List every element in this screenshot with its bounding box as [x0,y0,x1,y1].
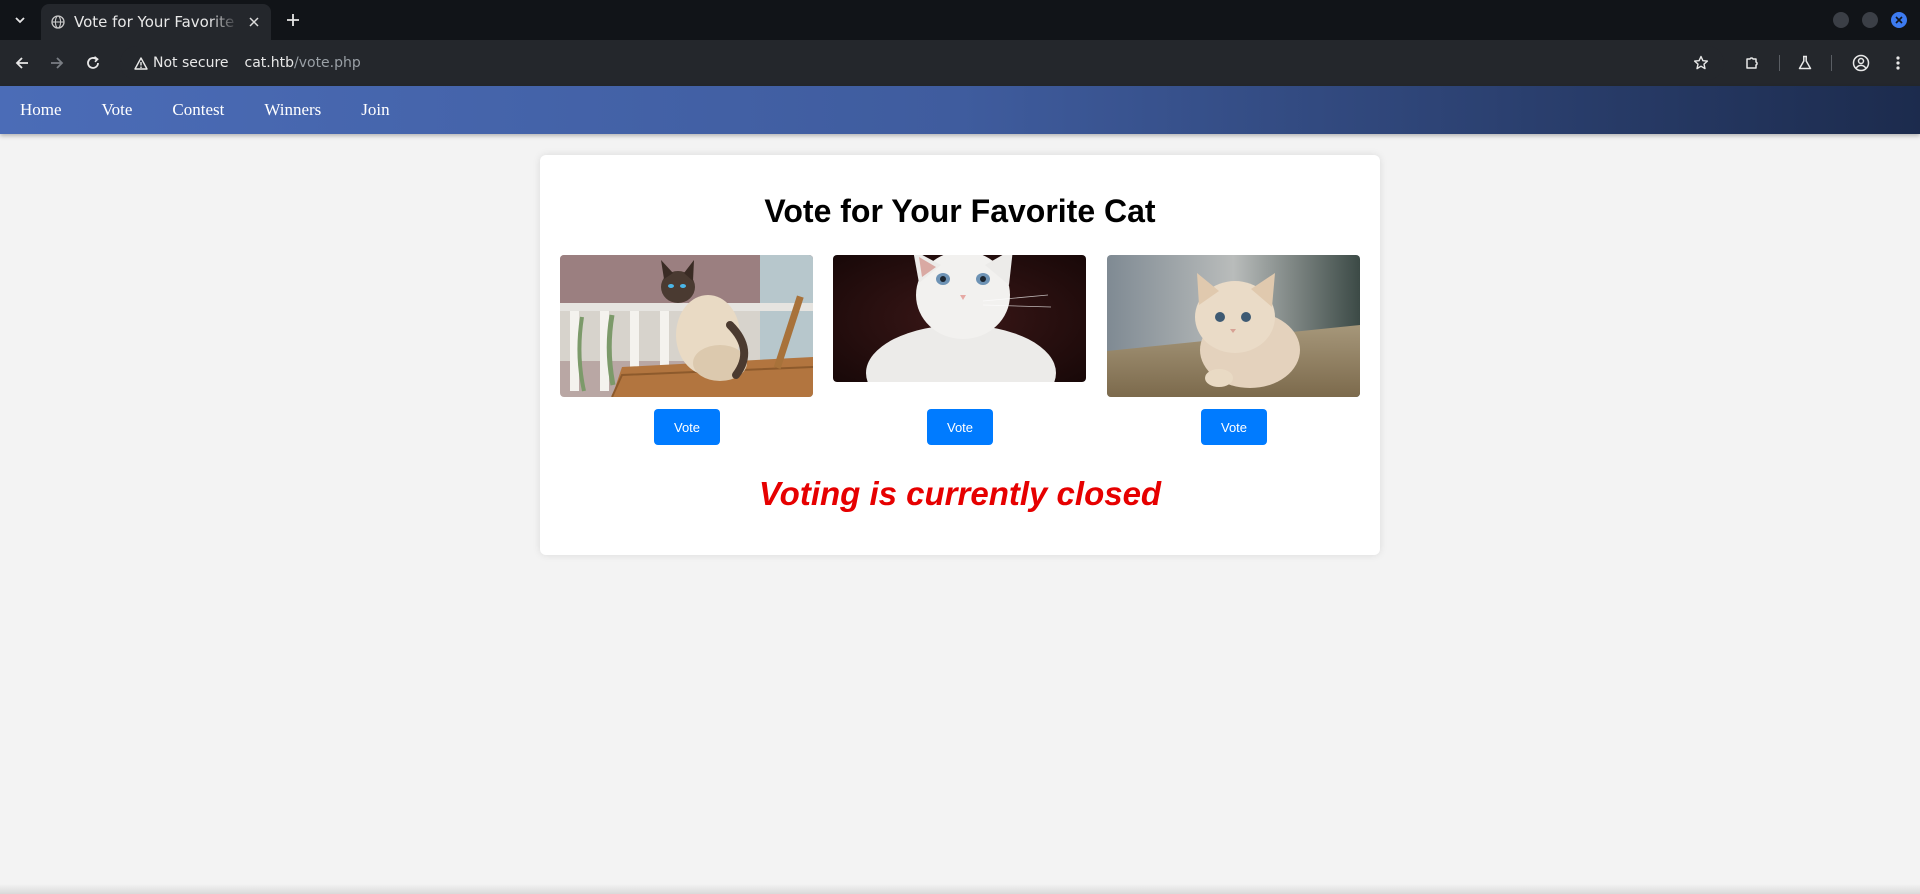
nav-link-join[interactable]: Join [361,100,389,120]
reload-icon [87,56,99,69]
nav-link-vote[interactable]: Vote [102,100,133,120]
url-text[interactable]: cat.htb/vote.php [245,55,361,71]
nav-link-home[interactable]: Home [20,100,62,120]
cat-entry: Vote [833,255,1086,445]
plus-icon [287,14,299,26]
url-path: /vote.php [294,55,361,71]
voting-closed-message: Voting is currently closed [758,475,1162,512]
toolbar-divider [1779,55,1780,71]
labs-button[interactable] [1793,51,1817,75]
forward-button[interactable] [45,51,69,75]
vote-card: Vote for Your Favorite Cat Vote Vote Vot… [540,155,1380,555]
arrow-left-icon [15,57,28,69]
star-icon [1693,55,1709,70]
arrow-right-icon [51,57,64,69]
cat-entry: Vote [560,255,813,445]
cat-photo-white-kitten [833,255,1086,382]
nav-link-winners[interactable]: Winners [264,100,321,120]
tab-search-button[interactable] [4,8,36,32]
vote-button[interactable]: Vote [1201,409,1267,445]
more-vertical-icon [1896,56,1900,70]
chevron-down-icon [15,17,25,24]
browser-tab-strip: Vote for Your Favorite Cat [0,0,1920,40]
warning-triangle-icon [134,56,148,70]
page-title: Vote for Your Favorite Cat [764,193,1156,229]
site-navbar: Home Vote Contest Winners Join [0,86,1920,134]
globe-icon [51,15,65,29]
active-tab[interactable]: Vote for Your Favorite Cat [41,4,271,40]
security-label: Not secure [153,55,229,71]
extensions-button[interactable] [1740,51,1764,75]
cat-photo-fluffy-kitten [1107,255,1360,397]
cat-photo-siamese [560,255,813,397]
url-host: cat.htb [244,55,294,71]
browser-toolbar: Not secure cat.htb/vote.php [0,40,1920,86]
profile-icon [1852,54,1870,72]
window-maximize-button[interactable] [1862,12,1878,28]
puzzle-icon [1746,57,1758,69]
nav-link-contest[interactable]: Contest [172,100,224,120]
bookmark-button[interactable] [1689,51,1713,75]
address-bar[interactable]: Not secure cat.htb/vote.php [120,46,1724,80]
tab-title: Vote for Your Favorite Cat [74,13,239,31]
vote-button[interactable]: Vote [927,409,993,445]
toolbar-divider [1831,55,1832,71]
new-tab-button[interactable] [281,8,305,32]
close-icon [1895,16,1903,24]
vote-button[interactable]: Vote [654,409,720,445]
profile-button[interactable] [1849,51,1873,75]
browser-menu-button[interactable] [1886,51,1910,75]
cat-entry: Vote [1107,255,1360,445]
flask-icon [1798,55,1812,70]
window-minimize-button[interactable] [1833,12,1849,28]
page-bottom-edge [0,884,1920,894]
tab-close-icon[interactable] [245,13,263,31]
reload-button[interactable] [81,51,105,75]
window-close-button[interactable] [1891,12,1907,28]
back-button[interactable] [10,51,34,75]
site-info-button[interactable]: Not secure [128,50,235,76]
